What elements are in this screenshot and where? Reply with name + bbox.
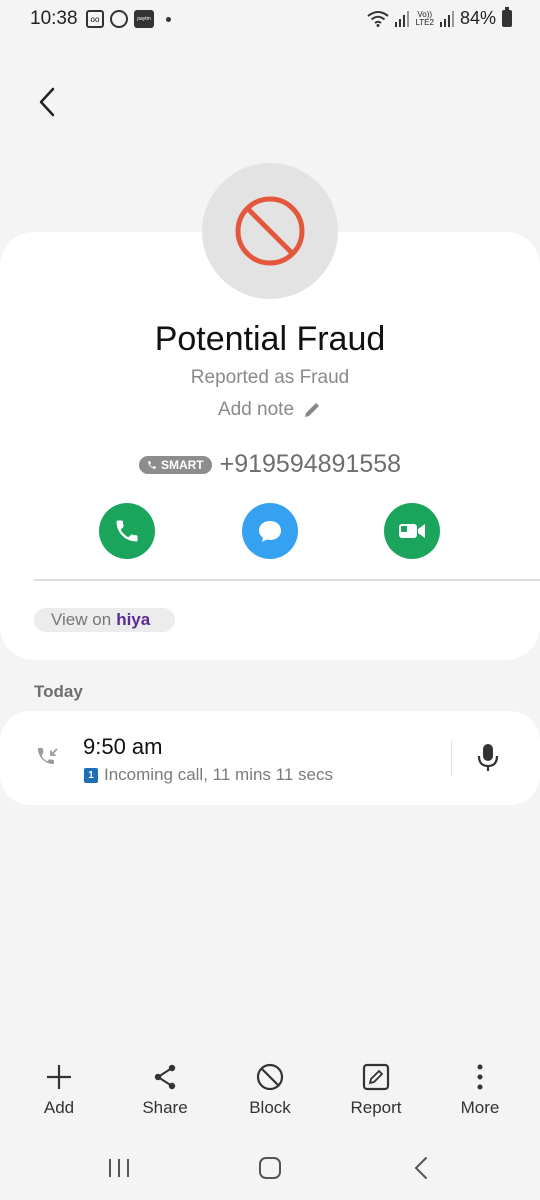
view-on-label: View on <box>51 610 112 629</box>
block-label: Block <box>249 1098 291 1117</box>
message-button[interactable] <box>242 503 298 559</box>
contact-name: Potential Fraud <box>154 320 386 358</box>
phone-number: +919594891558 <box>219 450 402 478</box>
add-button[interactable]: Add <box>14 1060 104 1118</box>
status-time: 10:38 <box>30 8 78 29</box>
more-notifications-icon <box>166 16 171 22</box>
call-item-separator <box>451 740 452 776</box>
battery-percent: 84% <box>459 8 496 28</box>
reported-label: Reported as Fraud <box>190 367 350 388</box>
phone-small-icon <box>148 460 156 469</box>
signal-2-icon <box>439 10 454 27</box>
pencil-icon <box>305 403 320 417</box>
report-icon <box>361 1060 391 1094</box>
video-call-button[interactable] <box>384 503 440 559</box>
signal-icon <box>395 10 410 27</box>
call-button[interactable] <box>99 503 155 559</box>
lte-indicator: Vo)) LTE2 <box>415 10 434 27</box>
paytm-icon: paytm <box>134 10 154 28</box>
share-label: Share <box>142 1098 188 1117</box>
home-button[interactable] <box>250 1150 290 1186</box>
recent-apps-icon <box>109 1159 129 1177</box>
view-on-hiya-button[interactable]: View on hiya <box>34 608 175 632</box>
phone-icon <box>116 520 138 542</box>
smart-badge-label: SMART <box>160 457 204 472</box>
notification-icons: oo paytm <box>86 10 171 28</box>
status-bar: 10:38 oo paytm Vo)) LTE2 84% <box>0 0 540 40</box>
more-vertical-icon <box>475 1060 485 1094</box>
block-icon <box>255 1060 285 1094</box>
call-recording-button[interactable] <box>470 739 506 777</box>
home-icon <box>259 1157 281 1179</box>
add-label: Add <box>43 1098 75 1117</box>
voicemail-icon: oo <box>86 10 104 28</box>
back-arrow-icon <box>414 1157 427 1179</box>
lte-bottom-label: LTE2 <box>415 17 434 27</box>
block-button[interactable]: Block <box>225 1060 315 1118</box>
block-circle-icon <box>235 196 305 266</box>
chat-bubble-icon <box>259 521 281 542</box>
sim-1-icon: 1 <box>84 767 98 783</box>
smart-badge: SMART <box>138 455 212 474</box>
battery-icon <box>502 7 512 27</box>
report-label: Report <box>350 1098 402 1117</box>
data-saver-icon <box>110 10 128 28</box>
video-camera-icon <box>399 524 425 538</box>
incoming-call-icon <box>36 746 60 775</box>
add-note-label: Add note <box>217 399 295 420</box>
more-label: More <box>460 1098 500 1117</box>
chevron-left-icon <box>39 87 55 117</box>
report-button[interactable]: Report <box>331 1060 421 1118</box>
hiya-logo: hiya <box>116 610 151 629</box>
wifi-icon <box>367 11 390 27</box>
call-detail: 1 Incoming call, 11 mins 11 secs <box>84 765 333 785</box>
contact-avatar <box>202 163 338 299</box>
card-divider <box>34 579 540 581</box>
system-back-button[interactable] <box>401 1150 441 1186</box>
system-indicators: Vo)) LTE2 84% <box>367 7 512 29</box>
back-button[interactable] <box>30 82 64 122</box>
microphone-icon <box>477 744 499 771</box>
share-icon <box>152 1060 178 1094</box>
recent-apps-button[interactable] <box>99 1150 139 1186</box>
plus-icon <box>44 1060 74 1094</box>
share-button[interactable]: Share <box>120 1060 210 1118</box>
call-detail-text: Incoming call, 11 mins 11 secs <box>104 765 333 784</box>
more-button[interactable]: More <box>435 1060 525 1118</box>
add-note-button[interactable]: Add note <box>0 399 540 421</box>
call-time: 9:50 am <box>83 734 163 759</box>
history-section-label: Today <box>34 682 83 701</box>
phone-number-row: SMART +919594891558 <box>0 450 540 479</box>
call-history-item[interactable]: 9:50 am 1 Incoming call, 11 mins 11 secs <box>0 711 540 805</box>
